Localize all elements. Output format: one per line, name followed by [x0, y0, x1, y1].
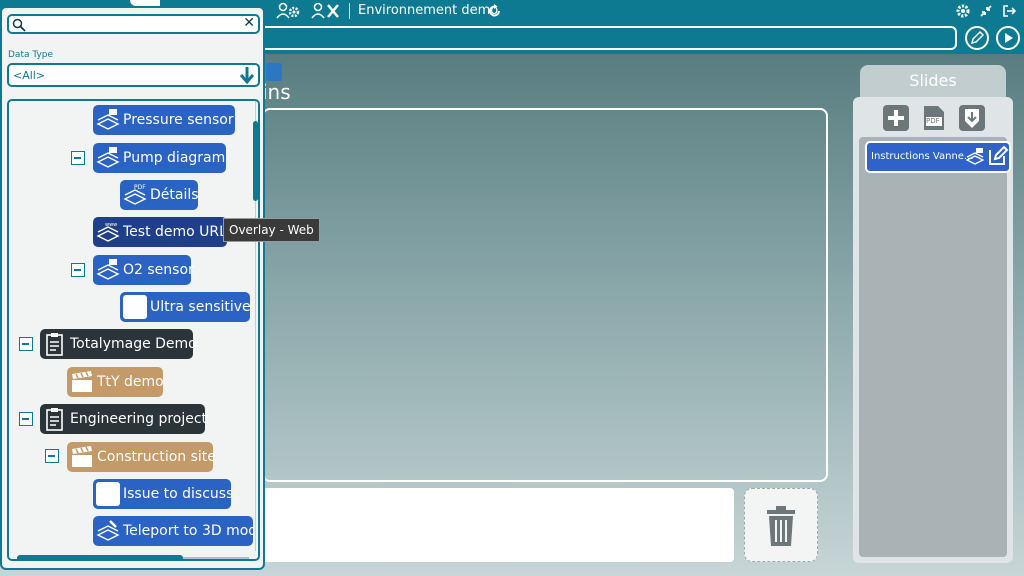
collapse-toggle[interactable]	[71, 263, 85, 277]
layers-camera-icon	[96, 146, 120, 170]
settings-gear-icon[interactable]	[956, 3, 970, 22]
horizontal-scrollbar[interactable]	[17, 555, 183, 559]
slides-list: Instructions Vanne...	[859, 137, 1011, 557]
add-slide-button[interactable]	[883, 105, 909, 131]
layers-www-icon: www	[96, 220, 120, 244]
tree-node-label: Pressure sensor	[123, 112, 234, 128]
tree-node-test-demo-url[interactable]: www Test demo URL	[93, 217, 227, 247]
pencil-icon	[970, 30, 985, 45]
blank-thumbnail	[96, 482, 120, 506]
tree-node-totalymage-demo[interactable]: Totalymage Demo	[40, 329, 197, 359]
slide-item-label: Instructions Vanne...	[871, 151, 974, 162]
play-icon	[1005, 33, 1013, 43]
user-remove-icon[interactable]	[310, 2, 340, 24]
trash-drop-zone[interactable]	[744, 488, 818, 562]
slides-panel: PDF Instructions Vanne...	[853, 97, 1013, 563]
edit-icon[interactable]	[987, 145, 1009, 179]
notes-area[interactable]	[262, 488, 734, 562]
tree-node-label: TtY demo	[97, 374, 164, 390]
pdf-label: PDF	[926, 117, 940, 125]
tree-node-label: Engineering project	[70, 411, 208, 427]
collapse-toggle[interactable]	[71, 151, 85, 165]
layers-pdf-icon: PDF	[123, 183, 147, 207]
environment-name[interactable]: Environnement demo	[358, 3, 498, 18]
clear-search-icon[interactable]: ✕	[243, 15, 255, 31]
svg-text:PDF: PDF	[134, 184, 146, 191]
presentation-icon	[266, 63, 282, 81]
collapse-toggle[interactable]	[45, 449, 59, 463]
slides-title: Slides	[860, 65, 1006, 97]
layers-camera-icon	[96, 108, 120, 132]
collapse-toggle[interactable]	[19, 412, 33, 426]
top-right-icons	[956, 3, 1017, 22]
tree-node-label: Test demo URL	[123, 224, 227, 240]
tree-node-label: Détails	[150, 187, 199, 203]
tree-node-label: Construction site	[97, 449, 216, 465]
search-icon	[12, 17, 26, 36]
tooltip: Overlay - Web	[223, 218, 320, 242]
tree-node-issue-to-discuss[interactable]: Issue to discuss	[93, 479, 234, 509]
top-left-icons	[276, 2, 340, 24]
clipboard-icon	[43, 332, 67, 356]
tree-node-label: Ultra sensitive	[150, 299, 251, 315]
clapperboard-icon	[70, 445, 94, 469]
tree-node-label: Teleport to 3D mod	[123, 523, 253, 539]
logout-icon[interactable]	[1002, 3, 1017, 22]
search-field[interactable]: ✕	[7, 14, 260, 34]
vertical-scrollbar[interactable]	[253, 121, 258, 201]
pdf-export-button[interactable]: PDF	[921, 105, 947, 131]
tree-node-construction-site[interactable]: Construction site	[67, 442, 216, 472]
address-field[interactable]	[260, 26, 957, 50]
trash-icon	[767, 506, 795, 546]
download-slide-button[interactable]	[959, 105, 985, 131]
separator	[349, 3, 350, 19]
data-browser-panel: ✕ Data Type <All> Pressure sensor Pump d…	[0, 6, 265, 570]
layers-link-icon	[96, 519, 120, 543]
tree-node-o2-sensor[interactable]: O2 sensor	[93, 255, 194, 285]
layers-camera-icon	[96, 258, 120, 282]
data-tree: Pressure sensor Pump diagram PDF Détails…	[7, 99, 260, 561]
slide-viewer[interactable]	[262, 108, 828, 482]
clapperboard-icon	[70, 370, 94, 394]
arrow-down-icon	[239, 67, 255, 89]
tree-node-pressure-sensor[interactable]: Pressure sensor	[93, 105, 235, 135]
slide-item[interactable]: Instructions Vanne...	[865, 141, 1011, 173]
blank-thumbnail	[123, 295, 147, 319]
tree-node-details[interactable]: PDF Détails	[120, 180, 199, 210]
tree-node-pump-diagram[interactable]: Pump diagram	[93, 143, 226, 173]
tree-node-label: Issue to discuss	[123, 486, 234, 502]
edit-circle-button[interactable]	[965, 26, 989, 50]
clipboard-icon	[43, 407, 67, 431]
data-type-value: <All>	[13, 69, 46, 82]
users-gear-icon[interactable]	[276, 2, 302, 24]
collapse-icon[interactable]	[979, 3, 993, 22]
add-slide-icon	[888, 110, 904, 126]
data-type-label: Data Type	[8, 50, 54, 60]
download-icon	[965, 109, 979, 128]
svg-text:www: www	[105, 222, 117, 228]
play-circle-button[interactable]	[996, 26, 1020, 50]
page-title: ins	[262, 80, 291, 104]
collapse-toggle[interactable]	[19, 337, 33, 351]
tree-node-label: Totalymage Demo	[70, 336, 197, 352]
tree-node-label: Pump diagram	[123, 150, 226, 166]
tree-node-tty-demo[interactable]: TtY demo	[67, 367, 164, 397]
layers-camera-icon	[965, 147, 985, 179]
tree-node-label: O2 sensor	[123, 262, 194, 278]
data-type-select[interactable]: <All>	[7, 63, 260, 87]
tree-node-ultra-sensitive[interactable]: Ultra sensitive	[120, 292, 251, 322]
refresh-icon[interactable]	[488, 3, 502, 22]
tree-node-engineering-project[interactable]: Engineering project	[40, 404, 208, 434]
tree-node-teleport-3d[interactable]: Teleport to 3D mod	[93, 516, 253, 546]
